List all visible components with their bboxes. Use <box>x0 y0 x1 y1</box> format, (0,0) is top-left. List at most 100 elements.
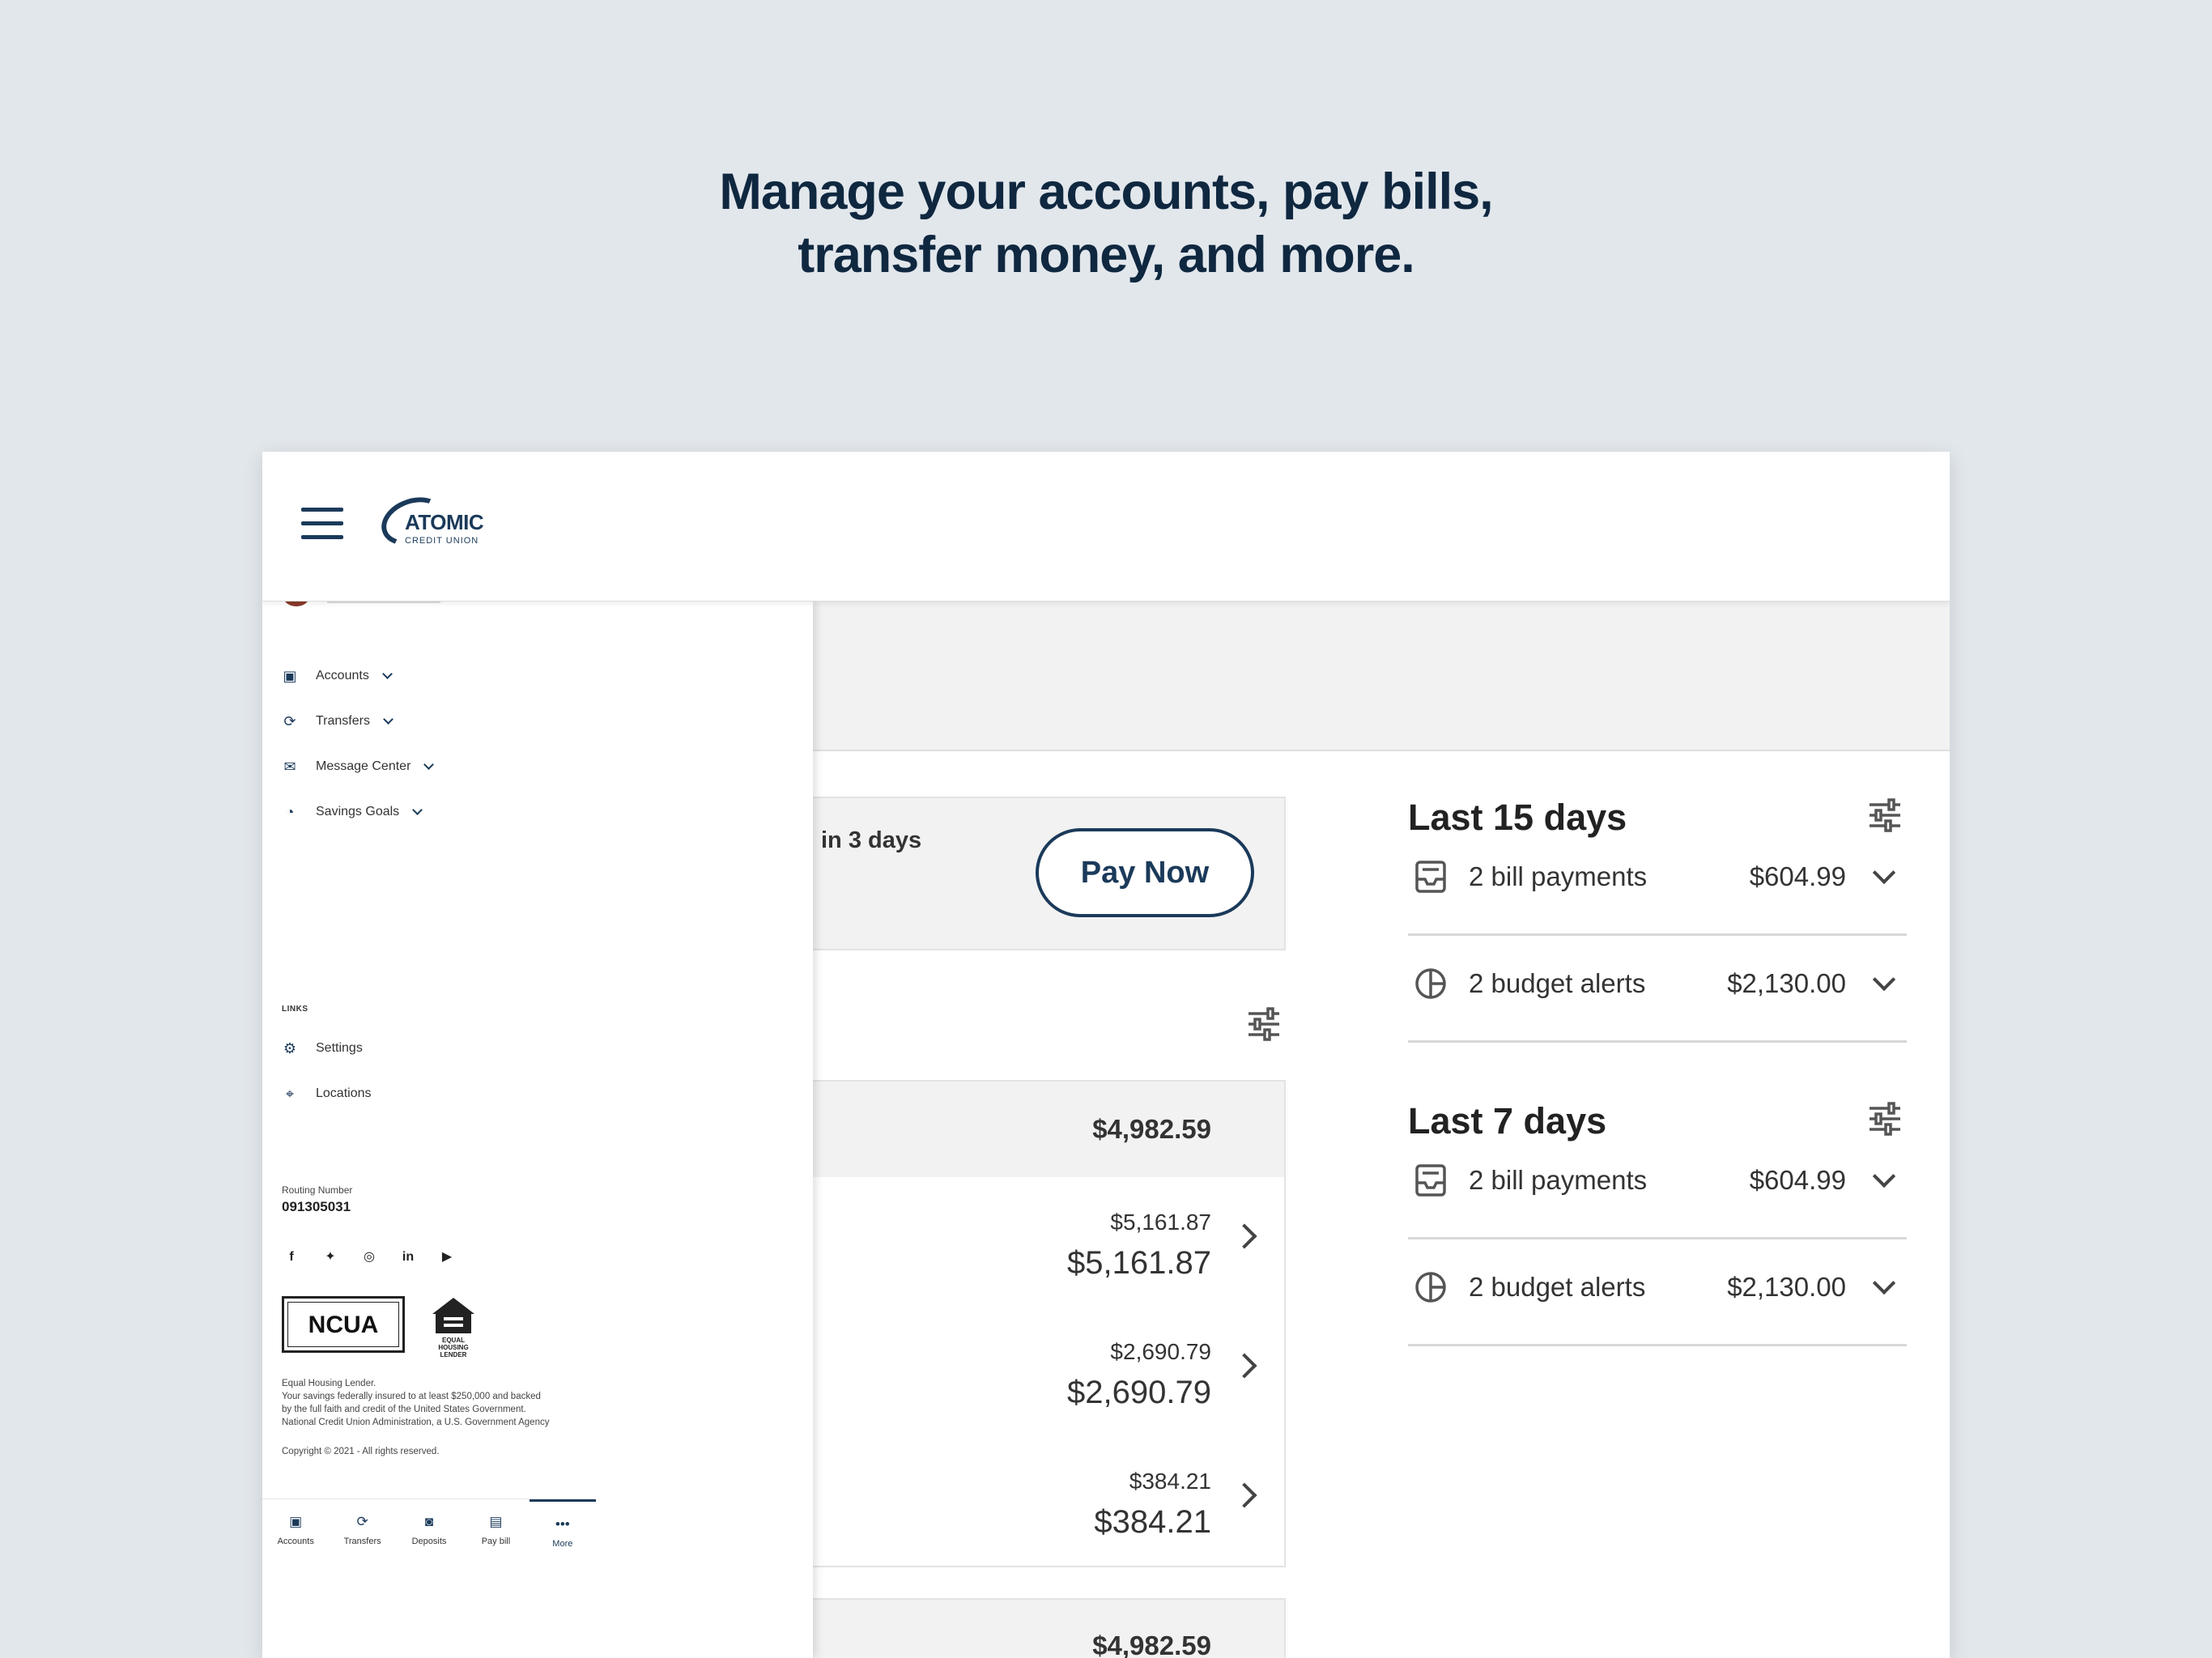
facebook-icon[interactable]: f <box>283 1249 300 1265</box>
row-label: 2 budget alerts <box>1469 968 1646 998</box>
tab-label: Accounts <box>277 1537 314 1546</box>
filter-icon[interactable] <box>1868 1102 1902 1136</box>
tab-accounts[interactable]: ▣ Accounts <box>262 1499 329 1571</box>
tab-pay-bill[interactable]: ▤ Pay bill <box>462 1499 529 1571</box>
chevron-down-icon <box>381 669 393 679</box>
account-group-total: $4,982.59 <box>1092 1630 1211 1658</box>
row-amount: $2,130.00 <box>1727 1272 1846 1302</box>
location-pin-icon: ⌖ <box>285 1086 295 1102</box>
row-label: 2 bill payments <box>1469 861 1648 891</box>
equal-housing-lender-logo: EQUAL HOUSING LENDER <box>428 1298 479 1358</box>
insights-7-days: Last 7 days 2 bill payments $604.99 2 bu… <box>1408 1100 1907 1408</box>
nav-item-transfers[interactable]: ⟳ Transfers <box>282 705 393 738</box>
chevron-down-icon <box>1872 967 1896 992</box>
instagram-icon[interactable]: ◎ <box>361 1249 377 1265</box>
pie-chart-icon <box>1415 968 1446 999</box>
account-row[interactable]: $5,161.87 $5,161.87 <box>813 1177 1286 1308</box>
account-group-header[interactable]: $4,982.59 <box>813 1080 1286 1179</box>
upcoming-bill-card: in 3 days Pay Now <box>813 797 1286 950</box>
pay-now-button[interactable]: Pay Now <box>1036 828 1254 917</box>
insights-15-days: Last 15 days 2 bill payments $604.99 2 b… <box>1408 797 1907 1104</box>
app-bar: ATOMIC CREDIT UNION <box>262 452 1950 602</box>
account-row[interactable]: $384.21 $384.21 <box>813 1436 1286 1567</box>
linkedin-icon[interactable]: in <box>400 1249 416 1265</box>
nav-item-label: Accounts <box>316 669 369 682</box>
logo-subtitle: CREDIT UNION <box>405 536 479 546</box>
tab-deposits[interactable]: ◙ Deposits <box>396 1499 462 1571</box>
account-row[interactable]: $2,690.79 $2,690.79 <box>813 1307 1286 1438</box>
legal-line: by the full faith and credit of the Unit… <box>282 1405 526 1414</box>
nav-item-savings-goals[interactable]: ◔ Savings Goals <box>282 796 423 828</box>
budget-alerts-row[interactable]: 2 budget alerts $2,130.00 <box>1408 936 1907 1043</box>
atomic-logo[interactable]: ATOMIC CREDIT UNION <box>374 489 486 567</box>
bill-icon <box>1415 1164 1446 1197</box>
chevron-down-icon <box>1872 861 1896 885</box>
row-label: 2 bill payments <box>1469 1165 1648 1195</box>
bill-payments-row[interactable]: 2 bill payments $604.99 <box>1408 829 1907 936</box>
legal-line: Your savings federally insured to at lea… <box>282 1392 541 1401</box>
nav-item-message-center[interactable]: ✉ Message Center <box>282 750 435 783</box>
account-group-header[interactable]: $4,982.59 <box>813 1598 1286 1658</box>
chevron-right-icon <box>1231 1353 1257 1379</box>
ehl-text: EQUAL HOUSING LENDER <box>438 1337 469 1358</box>
filter-icon[interactable] <box>1868 798 1902 832</box>
available-balance: $5,161.87 <box>1110 1209 1211 1235</box>
nav-item-label: Message Center <box>316 759 411 773</box>
navigation-drawer: ▣ Accounts ⟳ Transfers ✉ Message Center … <box>262 587 813 1658</box>
transfer-icon: ⟳ <box>356 1514 368 1529</box>
row-amount: $604.99 <box>1749 1165 1846 1195</box>
pie-chart-icon <box>1415 1272 1446 1303</box>
transfer-icon: ⟳ <box>283 713 296 729</box>
ncua-badge: NCUA <box>282 1296 405 1353</box>
chevron-down-icon <box>1872 1271 1896 1295</box>
headline-line-2: transfer money, and more. <box>798 227 1415 283</box>
tab-more[interactable]: ••• More <box>529 1499 597 1571</box>
filter-icon[interactable] <box>1247 1007 1281 1041</box>
ncua-text: NCUA <box>308 1312 379 1338</box>
row-amount: $2,130.00 <box>1727 968 1846 998</box>
headline-line-1: Manage your accounts, pay bills, <box>719 164 1493 220</box>
current-balance: $5,161.87 <box>1067 1245 1211 1281</box>
youtube-icon[interactable]: ▶ <box>439 1249 455 1265</box>
chevron-down-icon <box>423 759 435 770</box>
routing-number-label: Routing Number <box>282 1184 353 1196</box>
more-dots-icon: ••• <box>555 1516 570 1532</box>
nav-item-locations[interactable]: ⌖ Locations <box>282 1078 372 1110</box>
social-links: f ✦ ◎ in ▶ <box>283 1249 478 1265</box>
nav-item-label: Locations <box>316 1086 372 1100</box>
marketing-headline: Manage your accounts, pay bills, transfe… <box>0 160 2212 287</box>
legal-line: National Credit Union Administration, a … <box>282 1418 550 1427</box>
chevron-right-icon <box>1231 1223 1257 1249</box>
twitter-icon[interactable]: ✦ <box>322 1249 338 1265</box>
nav-item-accounts[interactable]: ▣ Accounts <box>282 660 393 692</box>
row-label: 2 budget alerts <box>1469 1272 1646 1302</box>
menu-icon[interactable] <box>301 508 343 540</box>
bill-payments-row[interactable]: 2 bill payments $604.99 <box>1408 1133 1907 1239</box>
logo-word: ATOMIC <box>405 510 484 534</box>
bottom-tab-bar: ▣ Accounts ⟳ Transfers ◙ Deposits ▤ Pay … <box>262 1499 597 1571</box>
nav-item-settings[interactable]: ⚙ Settings <box>282 1032 363 1065</box>
gear-icon: ⚙ <box>283 1040 297 1056</box>
wallet-icon: ▣ <box>283 668 297 684</box>
bill-icon <box>1415 861 1446 893</box>
wallet-icon: ▣ <box>289 1514 303 1529</box>
mail-icon: ✉ <box>283 759 296 775</box>
routing-number: 091305031 <box>282 1199 351 1214</box>
chevron-down-icon <box>383 714 393 725</box>
available-balance: $2,690.79 <box>1110 1339 1211 1364</box>
budget-alerts-row[interactable]: 2 budget alerts $2,130.00 <box>1408 1239 1907 1346</box>
chevron-right-icon <box>1231 1482 1257 1508</box>
account-group-total: $4,982.59 <box>1092 1114 1211 1144</box>
nav-item-label: Savings Goals <box>316 805 400 818</box>
nav-item-label: Transfers <box>316 714 370 728</box>
camera-icon: ◙ <box>424 1514 434 1529</box>
current-balance: $2,690.79 <box>1067 1375 1211 1410</box>
piggy-bank-icon: ◔ <box>285 804 295 820</box>
bill-icon: ▤ <box>489 1514 503 1529</box>
legal-line: Equal Housing Lender. <box>282 1379 376 1388</box>
tab-label: Pay bill <box>481 1537 511 1546</box>
available-balance: $384.21 <box>1129 1469 1211 1494</box>
row-amount: $604.99 <box>1749 861 1846 891</box>
tab-transfers[interactable]: ⟳ Transfers <box>329 1499 395 1571</box>
nav-item-label: Settings <box>316 1041 363 1055</box>
